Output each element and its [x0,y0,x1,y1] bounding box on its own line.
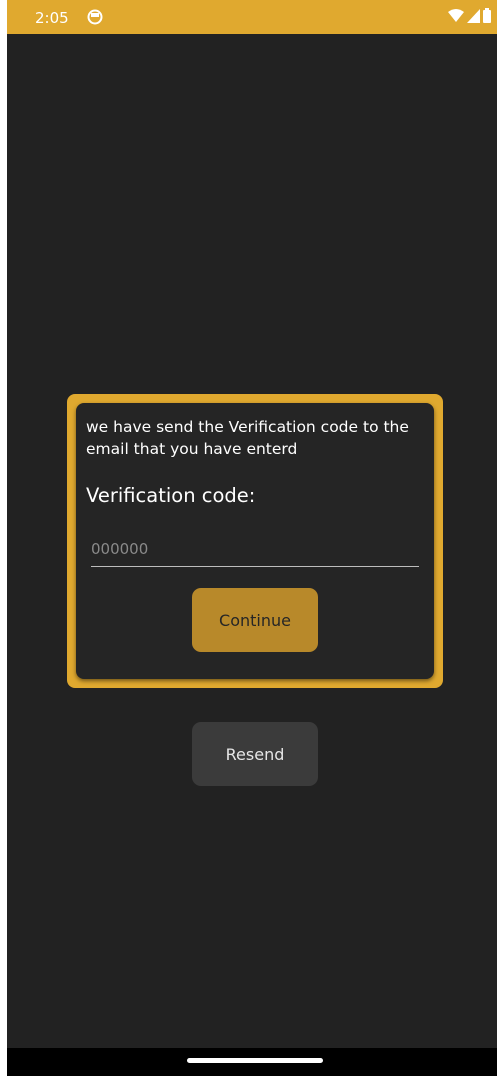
app-status-icon [87,9,103,25]
battery-icon [483,7,491,27]
wifi-icon [448,8,464,27]
navigation-bar [7,1048,497,1076]
status-bar: 2:05 [7,0,497,34]
home-handle[interactable] [187,1058,323,1063]
verification-message: we have send the Verification code to th… [86,418,409,458]
verification-code-input[interactable] [91,531,419,567]
continue-button[interactable]: Continue [192,588,318,652]
verification-dialog: we have send the Verification code to th… [67,394,443,688]
verification-dialog-body: we have send the Verification code to th… [76,403,434,679]
verification-code-label: Verification code: [86,484,256,507]
resend-button[interactable]: Resend [192,722,318,786]
app-screen: 2:05 we have send the Verification code … [7,0,497,1076]
status-icons [448,7,491,27]
status-time: 2:05 [35,9,69,27]
signal-icon [467,8,480,27]
